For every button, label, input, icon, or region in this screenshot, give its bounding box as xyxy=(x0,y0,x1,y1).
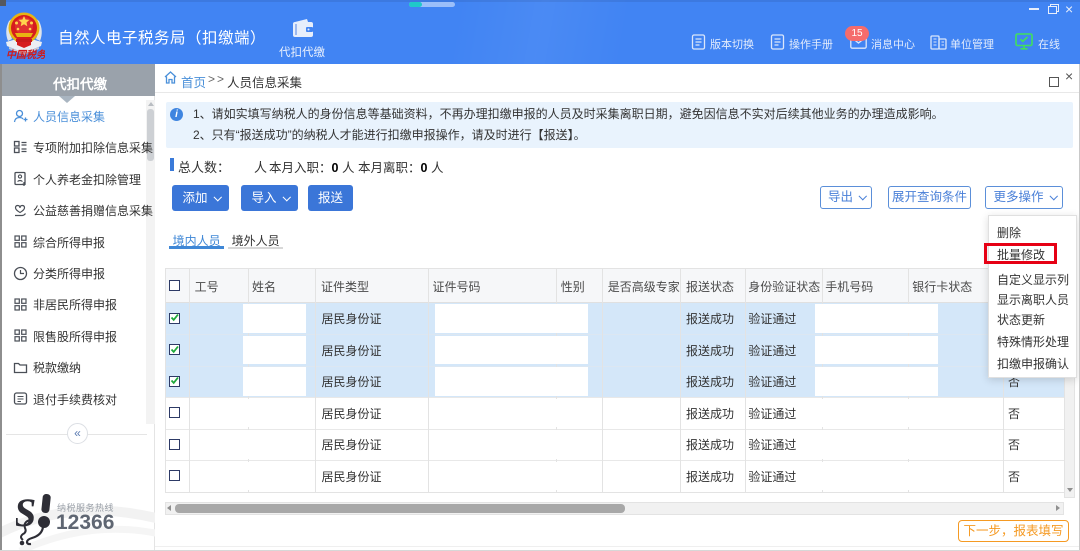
svg-text:中国税务: 中国税务 xyxy=(6,49,45,61)
